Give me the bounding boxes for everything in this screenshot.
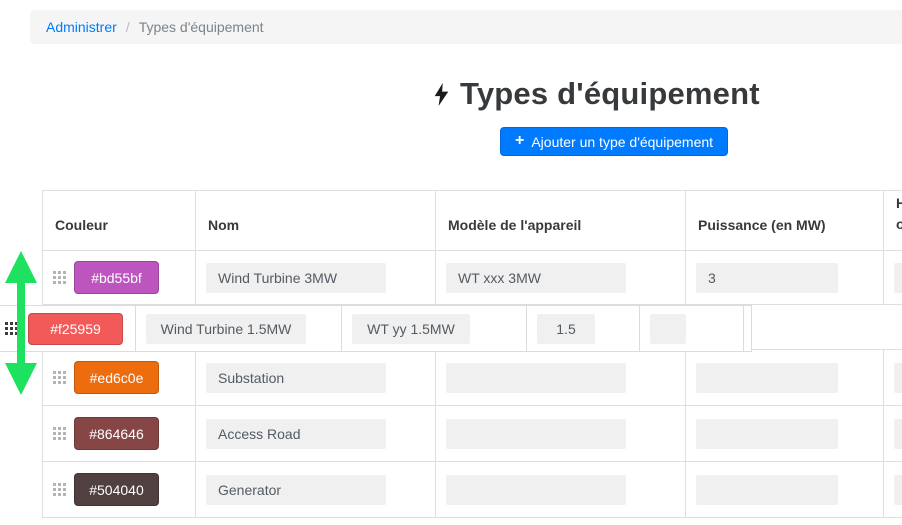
drag-handle-icon[interactable] bbox=[5, 322, 18, 335]
add-equipment-type-label: Ajouter un type d'équipement bbox=[531, 134, 713, 150]
table-header-row: Couleur Nom Modèle de l'appareil Puissan… bbox=[43, 191, 902, 251]
color-swatch[interactable]: #504040 bbox=[74, 473, 159, 506]
equipment-types-table: Couleur Nom Modèle de l'appareil Puissan… bbox=[42, 190, 902, 518]
power-input[interactable] bbox=[696, 475, 838, 505]
height-input[interactable] bbox=[894, 363, 902, 393]
power-input[interactable] bbox=[696, 363, 838, 393]
dragged-color-swatch[interactable]: #f25959 bbox=[28, 313, 123, 345]
breadcrumb-separator: / bbox=[126, 19, 130, 35]
height-input[interactable] bbox=[894, 475, 902, 505]
drag-handle-icon[interactable] bbox=[53, 371, 66, 384]
table-row: #ed6c0e bbox=[43, 350, 902, 406]
add-equipment-type-button[interactable]: + Ajouter un type d'équipement bbox=[500, 127, 728, 156]
name-input[interactable] bbox=[206, 419, 386, 449]
drag-handle-icon[interactable] bbox=[53, 483, 66, 496]
power-input[interactable] bbox=[696, 263, 838, 293]
table-row: #864646 bbox=[43, 406, 902, 462]
color-swatch[interactable]: #864646 bbox=[74, 417, 159, 450]
color-swatch[interactable]: #bd55bf bbox=[74, 261, 159, 294]
column-header-hauteur-cut: Ha op bbox=[884, 191, 902, 251]
name-input[interactable] bbox=[206, 363, 386, 393]
dragged-height-input[interactable] bbox=[650, 314, 686, 344]
page-header: Types d'équipement bbox=[434, 76, 760, 112]
column-header-puissance: Puissance (en MW) bbox=[686, 191, 884, 251]
power-input[interactable] bbox=[696, 419, 838, 449]
dragged-name-input[interactable] bbox=[146, 314, 306, 344]
breadcrumb-current: Types d'équipement bbox=[139, 19, 264, 35]
column-header-nom: Nom bbox=[196, 191, 436, 251]
dragged-row[interactable]: #f25959 bbox=[0, 305, 752, 352]
column-header-couleur: Couleur bbox=[43, 191, 196, 251]
dragged-power-input[interactable] bbox=[537, 314, 595, 344]
drag-handle-icon[interactable] bbox=[53, 427, 66, 440]
plus-icon: + bbox=[515, 133, 524, 149]
table-row: #bd55bf bbox=[43, 251, 902, 305]
column-header-modele: Modèle de l'appareil bbox=[436, 191, 686, 251]
table-row: #504040 bbox=[43, 462, 902, 518]
page-title: Types d'équipement bbox=[460, 76, 760, 112]
breadcrumb-link-administrer[interactable]: Administrer bbox=[46, 19, 117, 35]
name-input[interactable] bbox=[206, 263, 386, 293]
model-input[interactable] bbox=[446, 263, 626, 293]
model-input[interactable] bbox=[446, 363, 626, 393]
height-input[interactable] bbox=[894, 419, 902, 449]
name-input[interactable] bbox=[206, 475, 386, 505]
height-input[interactable] bbox=[894, 263, 902, 293]
drag-handle-icon[interactable] bbox=[53, 271, 66, 284]
color-swatch[interactable]: #ed6c0e bbox=[74, 361, 159, 394]
dragged-model-input[interactable] bbox=[352, 314, 470, 344]
model-input[interactable] bbox=[446, 419, 626, 449]
model-input[interactable] bbox=[446, 475, 626, 505]
breadcrumb: Administrer / Types d'équipement bbox=[30, 10, 902, 44]
lightning-bolt-icon bbox=[434, 83, 449, 106]
